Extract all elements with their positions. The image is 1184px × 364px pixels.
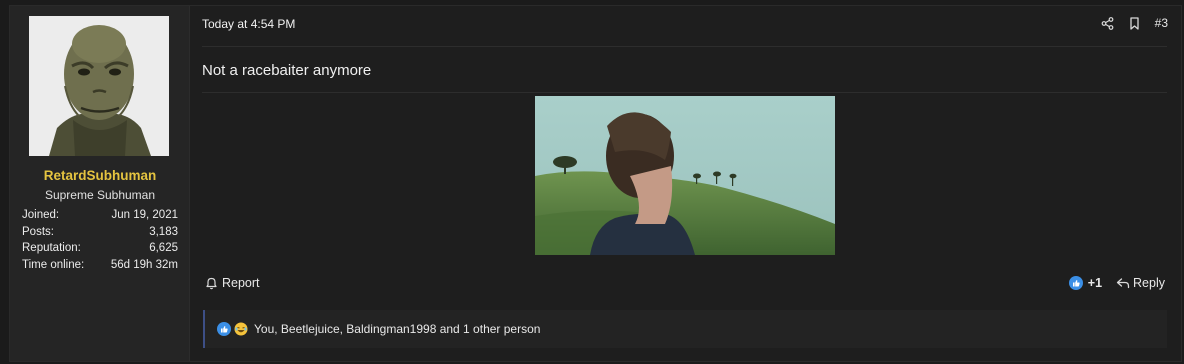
header-divider (202, 46, 1167, 47)
post-header-actions: #3 (1101, 16, 1168, 30)
reaction-score-value: +1 (1087, 276, 1103, 290)
post-footer-actions: +1 Reply (1068, 276, 1165, 290)
stat-posts: Posts: 3,183 (22, 224, 178, 241)
stat-label: Time online: (22, 258, 85, 271)
stat-value: 6,625 (149, 242, 178, 254)
bookmark-icon[interactable] (1128, 16, 1141, 30)
like-icon (217, 322, 231, 336)
post-image[interactable] (535, 96, 835, 255)
stat-reputation: Reputation: 6,625 (22, 240, 178, 257)
post-number[interactable]: #3 (1155, 16, 1168, 30)
user-cell: RetardSubhuman Supreme Subhuman Joined: … (10, 6, 190, 361)
stat-label: Joined: (22, 209, 60, 221)
username[interactable]: RetardSubhuman (10, 168, 190, 183)
post-container: RetardSubhuman Supreme Subhuman Joined: … (9, 5, 1182, 362)
bell-icon (205, 276, 219, 290)
stat-label: Posts: (22, 225, 54, 238)
avatar[interactable] (29, 16, 169, 156)
post-date[interactable]: Today at 4:54 PM (202, 17, 295, 31)
report-link[interactable]: Report (205, 276, 260, 290)
reply-icon (1116, 276, 1130, 290)
post-main: Today at 4:54 PM #3 Not a racebaiter any… (191, 6, 1181, 361)
reply-label: Reply (1133, 276, 1165, 290)
stat-label: Reputation: (22, 242, 81, 254)
like-icon (1068, 276, 1083, 290)
stat-value: Jun 19, 2021 (111, 209, 178, 221)
reply-button[interactable]: Reply (1116, 276, 1165, 290)
laugh-icon (234, 322, 248, 336)
stat-value[interactable]: 3,183 (149, 224, 178, 241)
user-title: Supreme Subhuman (44, 188, 156, 202)
reactions-bar[interactable]: You, Beetlejuice, Baldingman1998 and 1 o… (203, 310, 1167, 348)
reaction-score[interactable]: +1 (1068, 276, 1103, 290)
body-divider (202, 92, 1167, 93)
report-label: Report (222, 276, 260, 290)
reactions-text: You, Beetlejuice, Baldingman1998 and 1 o… (254, 322, 541, 336)
share-icon[interactable] (1101, 16, 1114, 30)
stat-value: 56d 19h 32m (110, 258, 178, 271)
post-image-graphic (535, 96, 835, 255)
stat-time-online: Time online: 56d 19h 32m (22, 257, 178, 274)
post-text: Not a racebaiter anymore (202, 62, 372, 79)
avatar-image (29, 16, 169, 156)
user-stats: Joined: Jun 19, 2021 Posts: 3,183 Reputa… (22, 207, 178, 273)
stat-joined: Joined: Jun 19, 2021 (22, 207, 178, 224)
